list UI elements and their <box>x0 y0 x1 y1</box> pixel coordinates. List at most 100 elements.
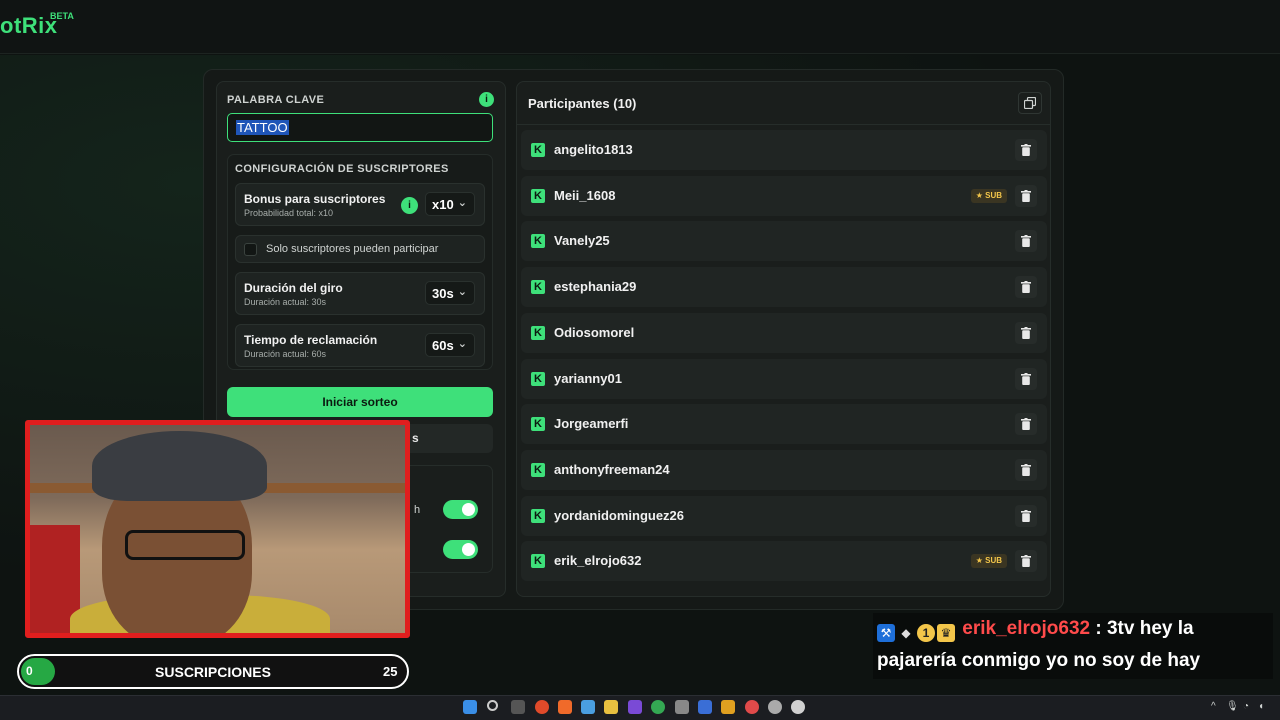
participant-row: Kyarianny01 <box>521 358 1047 399</box>
bonus-value: x10 <box>432 197 454 212</box>
hammer-badge-icon: ⚒ <box>877 624 895 642</box>
participant-row: K Jorgeamerfi <box>521 404 1047 445</box>
delete-participant-button[interactable] <box>1015 413 1037 436</box>
cam-glasses <box>125 530 245 560</box>
number-badge: 1 <box>917 624 935 642</box>
participant-name: yordanidominguez26 <box>554 507 685 523</box>
participant-row: Kestephania29 <box>521 267 1047 308</box>
trash-icon <box>1021 281 1031 294</box>
subscribers-config-title: CONFIGURACIÓN DE SUSCRIPTORES <box>235 163 449 175</box>
delete-participant-button[interactable] <box>1015 184 1037 207</box>
claim-time-select[interactable]: 60s ⌄ <box>425 333 475 357</box>
shield-icon[interactable] <box>698 700 712 714</box>
subs-goal-label: SUSCRIPCIONES <box>155 664 271 680</box>
delete-participant-button[interactable] <box>1015 321 1037 344</box>
trash-icon <box>1021 144 1031 156</box>
bonus-select[interactable]: x10 ⌄ <box>425 192 475 216</box>
keyword-input[interactable]: TATTOO <box>227 113 493 142</box>
bonus-info-icon[interactable]: i <box>401 197 418 214</box>
keyword-label: PALABRA CLAVE <box>227 94 325 106</box>
kick-icon: K <box>531 371 545 386</box>
app-icon[interactable] <box>745 700 759 714</box>
folder-icon[interactable] <box>604 700 618 714</box>
participant-row: Kerik_elrojo632 ★ SUB <box>521 541 1047 582</box>
spin-duration-subtitle: Duración actual: 30s <box>244 297 327 307</box>
kick-icon: K <box>531 188 545 203</box>
participant-row: Kangelito1813 <box>521 130 1047 170</box>
kick-icon: K <box>531 325 545 340</box>
kick-icon: K <box>531 234 545 249</box>
trash-icon <box>1021 418 1031 431</box>
only-subs-label: Solo suscriptores pueden participar <box>266 243 439 255</box>
star-icon: ★ <box>975 190 986 200</box>
chevron-down-icon: ⌄ <box>457 286 467 298</box>
volume-icon[interactable]: ◖ <box>1258 701 1264 712</box>
start-giveaway-button[interactable]: Iniciar sorteo <box>227 387 493 417</box>
only-subs-checkbox[interactable] <box>244 243 257 256</box>
delete-participant-button[interactable] <box>1015 458 1037 481</box>
search-icon[interactable] <box>487 700 498 711</box>
media-icon[interactable] <box>791 700 805 714</box>
claim-time-subtitle: Duración actual: 60s <box>244 349 327 359</box>
participant-name: yarianny01 <box>554 370 622 386</box>
participant-row: K Meii_1608 ★ SUB <box>521 175 1047 216</box>
app-icon[interactable] <box>675 700 689 714</box>
app-logo[interactable]: otRix <box>0 13 58 39</box>
trash-icon <box>1021 326 1031 339</box>
mic-icon[interactable]: 🎙 <box>1226 701 1239 712</box>
chat-text-1: : 3tv hey la <box>1095 618 1194 639</box>
chat-username: erik_elrojo632 <box>962 618 1091 639</box>
toggle-switch-2[interactable] <box>443 540 478 559</box>
delete-participant-button[interactable] <box>1015 504 1037 527</box>
chat-message-line1: ⚒ ◆ 1 ♛ erik_elrojo632 : 3tv hey la <box>877 618 1194 642</box>
only-subs-row[interactable]: Solo suscriptores pueden participar <box>235 235 485 263</box>
claim-time-title: Tiempo de reclamación <box>244 333 378 347</box>
obs-icon[interactable] <box>768 700 782 714</box>
tray-chevron-icon[interactable]: ^ <box>1211 701 1216 712</box>
participant-name: angelito1813 <box>554 142 633 157</box>
kick-icon: K <box>531 554 545 569</box>
delete-participant-button[interactable] <box>1015 276 1037 299</box>
participants-divider <box>517 124 1050 125</box>
chat-message-line2: pajarería conmigo yo no soy de hay <box>877 650 1201 671</box>
participant-name: estephania29 <box>554 279 637 295</box>
trash-icon <box>1021 189 1031 202</box>
claim-time-row: Tiempo de reclamación Duración actual: 6… <box>235 324 485 367</box>
app-icon[interactable] <box>628 700 642 714</box>
app-icon[interactable] <box>721 700 735 714</box>
brave-icon[interactable] <box>558 700 572 714</box>
bonus-title: Bonus para suscriptores <box>244 192 386 206</box>
chrome-icon[interactable] <box>651 700 665 714</box>
kick-icon: K <box>531 462 545 477</box>
delete-participant-button[interactable] <box>1015 139 1037 161</box>
trash-icon <box>1021 509 1031 522</box>
delete-participant-button[interactable] <box>1015 367 1037 390</box>
sub-badge-label: SUB <box>985 190 1002 200</box>
kick-icon: K <box>531 280 545 295</box>
store-icon[interactable] <box>581 700 595 714</box>
kick-icon: K <box>531 417 545 432</box>
participant-name: Vanely25 <box>554 233 610 249</box>
subs-goal-target: 25 <box>383 664 398 679</box>
copy-button[interactable] <box>1018 92 1042 114</box>
app-header <box>0 0 1280 54</box>
bonus-subtitle: Probabilidad total: x10 <box>244 208 334 218</box>
kick-icon: K <box>531 143 545 157</box>
info-icon[interactable]: i <box>479 92 494 107</box>
spin-duration-title: Duración del giro <box>244 281 343 295</box>
toggle-switch-1[interactable] <box>443 500 478 519</box>
trash-icon <box>1021 372 1031 385</box>
claim-time-value: 60s <box>432 338 454 353</box>
star-icon: ★ <box>975 556 986 566</box>
windows-start-icon[interactable] <box>463 700 477 714</box>
kick-icon: K <box>531 508 545 523</box>
crown-badge-icon: ♛ <box>937 624 955 642</box>
delete-participant-button[interactable] <box>1015 230 1037 253</box>
trash-icon <box>1021 463 1031 476</box>
task-view-icon[interactable] <box>511 700 525 714</box>
delete-participant-button[interactable] <box>1015 550 1037 573</box>
spin-duration-select[interactable]: 30s ⌄ <box>425 281 475 305</box>
wifi-icon[interactable]: ◔ <box>1243 701 1249 712</box>
browser-icon[interactable] <box>535 700 549 714</box>
participant-row: Kyordanidominguez26 <box>521 495 1047 536</box>
